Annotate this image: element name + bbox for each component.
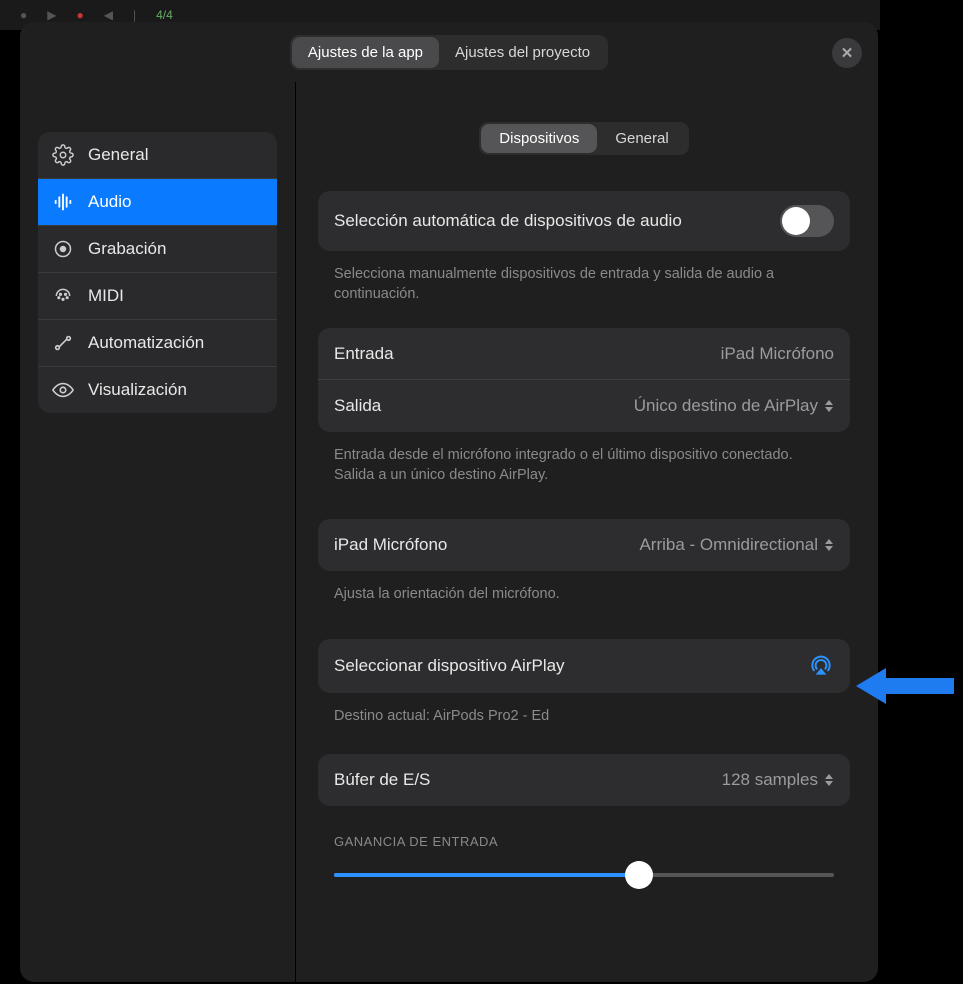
mic-label: iPad Micrófono	[334, 535, 447, 555]
mic-helper: Ajusta la orientación del micrófono.	[318, 577, 850, 629]
buffer-group: Búfer de E/S 128 samples	[318, 754, 850, 806]
airplay-row[interactable]: Seleccionar dispositivo AirPlay	[318, 639, 850, 693]
tab-project-settings[interactable]: Ajustes del proyecto	[439, 37, 606, 68]
sidebar-item-general[interactable]: General	[38, 132, 277, 179]
output-value: Único destino de AirPlay	[634, 396, 818, 416]
sub-tabs: Dispositivos General	[479, 122, 688, 155]
buffer-label: Búfer de E/S	[334, 770, 430, 790]
sidebar-item-view[interactable]: Visualización	[38, 367, 277, 413]
auto-select-group: Selección automática de dispositivos de …	[318, 191, 850, 251]
sidebar-item-midi[interactable]: MIDI	[38, 273, 277, 320]
gain-section-label: GANANCIA DE ENTRADA	[318, 812, 850, 861]
airplay-icon	[808, 653, 834, 679]
subtab-devices[interactable]: Dispositivos	[481, 124, 597, 153]
sidebar-item-label: General	[88, 145, 148, 165]
airplay-label: Seleccionar dispositivo AirPlay	[334, 656, 565, 676]
time-signature: 4/4	[156, 8, 173, 22]
chevron-updown-icon	[824, 400, 834, 412]
io-group: Entrada iPad Micrófono Salida Único dest…	[318, 328, 850, 432]
sidebar-item-label: Visualización	[88, 380, 187, 400]
mic-group: iPad Micrófono Arriba - Omnidirectional	[318, 519, 850, 571]
close-icon: ✕	[841, 44, 854, 62]
input-value: iPad Micrófono	[721, 344, 834, 364]
auto-select-label: Selección automática de dispositivos de …	[334, 211, 682, 231]
slider-fill	[334, 873, 639, 877]
sidebar-item-label: Audio	[88, 192, 131, 212]
sidebar: General Audio Grabación	[20, 82, 296, 982]
auto-select-row: Selección automática de dispositivos de …	[318, 191, 850, 251]
slider-knob	[625, 861, 653, 889]
sidebar-item-recording[interactable]: Grabación	[38, 226, 277, 273]
airplay-group: Seleccionar dispositivo AirPlay	[318, 639, 850, 693]
chevron-updown-icon	[824, 539, 834, 551]
mic-value: Arriba - Omnidirectional	[639, 535, 818, 555]
airplay-helper: Destino actual: AirPods Pro2 - Ed	[318, 699, 850, 755]
output-label: Salida	[334, 396, 381, 416]
midi-icon	[52, 285, 74, 307]
subtab-general[interactable]: General	[597, 124, 686, 153]
waveform-icon	[52, 191, 74, 213]
toggle-knob	[782, 207, 810, 235]
io-helper: Entrada desde el micrófono integrado o e…	[318, 438, 850, 509]
sidebar-item-automation[interactable]: Automatización	[38, 320, 277, 367]
auto-select-toggle[interactable]	[780, 205, 834, 237]
eye-icon	[52, 379, 74, 401]
input-label: Entrada	[334, 344, 394, 364]
sidebar-item-audio[interactable]: Audio	[38, 179, 277, 226]
content-panel: Dispositivos General Selección automátic…	[296, 82, 878, 982]
mic-row[interactable]: iPad Micrófono Arriba - Omnidirectional	[318, 519, 850, 571]
buffer-row[interactable]: Búfer de E/S 128 samples	[318, 754, 850, 806]
automation-icon	[52, 332, 74, 354]
chevron-updown-icon	[824, 774, 834, 786]
modal-header: Ajustes de la app Ajustes del proyecto ✕	[20, 22, 878, 82]
settings-modal: Ajustes de la app Ajustes del proyecto ✕…	[20, 22, 878, 982]
buffer-value: 128 samples	[722, 770, 818, 790]
gear-icon	[52, 144, 74, 166]
record-icon	[52, 238, 74, 260]
tab-app-settings[interactable]: Ajustes de la app	[292, 37, 439, 68]
sidebar-item-label: Grabación	[88, 239, 166, 259]
close-button[interactable]: ✕	[832, 38, 862, 68]
sidebar-item-label: Automatización	[88, 333, 204, 353]
sidebar-item-label: MIDI	[88, 286, 124, 306]
gain-slider[interactable]	[334, 861, 834, 889]
top-tabs: Ajustes de la app Ajustes del proyecto	[290, 35, 608, 70]
auto-select-helper: Selecciona manualmente dispositivos de e…	[318, 257, 850, 328]
input-row[interactable]: Entrada iPad Micrófono	[318, 328, 850, 380]
output-row[interactable]: Salida Único destino de AirPlay	[318, 380, 850, 432]
